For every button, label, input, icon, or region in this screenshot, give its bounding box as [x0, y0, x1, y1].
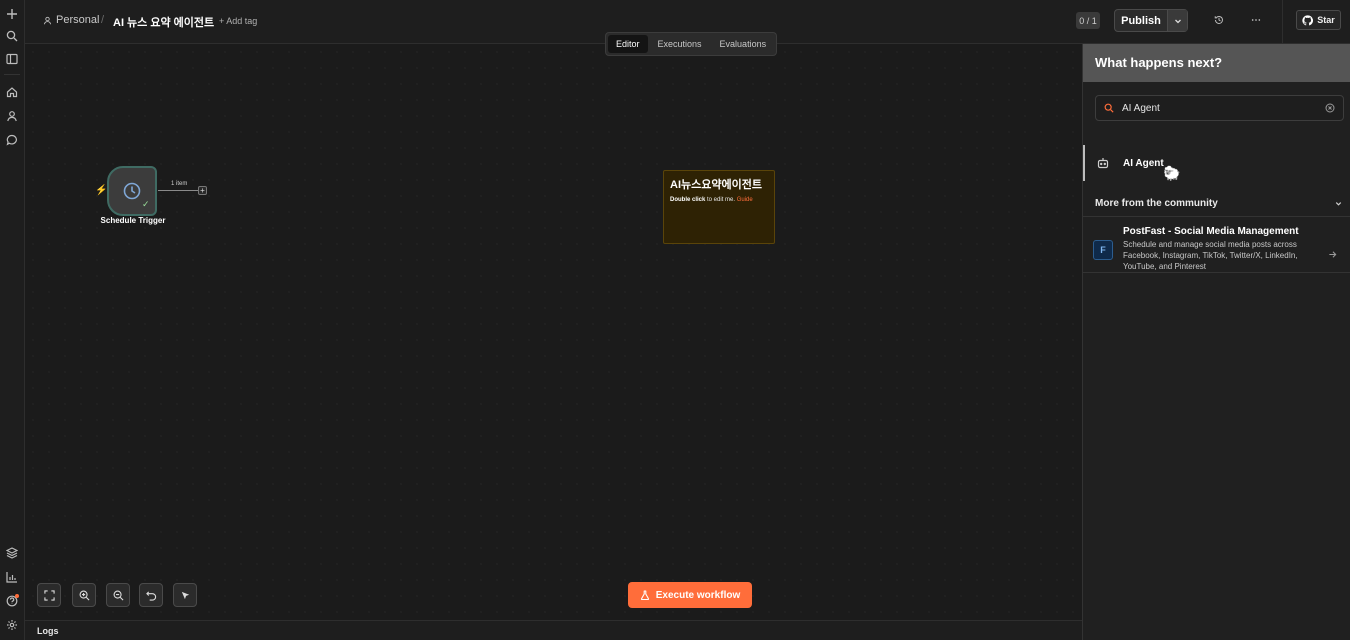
node-creator-panel: What happens next? AI Agent 🐑 More from …	[1082, 44, 1350, 640]
connection-item-count: 1 item	[171, 181, 188, 187]
execute-workflow-label: Execute workflow	[655, 589, 741, 601]
community-section-header[interactable]: More from the community	[1095, 198, 1343, 209]
sticky-note-title: AI뉴스요약에이전트	[670, 179, 762, 191]
chevron-down-icon	[1335, 202, 1342, 206]
help-icon[interactable]	[3, 592, 21, 610]
sticky-note-text: Double click to edit me. Guide	[670, 197, 768, 203]
user-icon	[43, 16, 52, 24]
toolbar-divider	[1282, 0, 1283, 44]
undo-button[interactable]	[139, 583, 163, 607]
fullscreen-icon	[43, 589, 55, 601]
success-check-icon: ✓	[142, 199, 150, 209]
zoom-in-button[interactable]	[72, 583, 96, 607]
add-node-plus-button[interactable]: +	[198, 186, 207, 195]
schedule-trigger-label: Schedule Trigger	[100, 216, 166, 225]
sticky-note-guide-link[interactable]: Guide	[737, 197, 753, 203]
chat-icon[interactable]	[3, 131, 21, 149]
tidy-up-button[interactable]	[173, 583, 197, 607]
publish-button[interactable]: Publish	[1115, 10, 1167, 31]
user-icon[interactable]	[3, 107, 21, 125]
community-node-title: PostFast - Social Media Management	[1123, 226, 1299, 237]
arrow-right-icon	[1328, 246, 1337, 264]
clock-icon	[123, 182, 141, 200]
community-node-description: Schedule and manage social media posts a…	[1123, 240, 1298, 271]
community-node-item[interactable]: F PostFast - Social Media Management Sch…	[1083, 222, 1350, 274]
app-root: Personal / AI 뉴스 요약 에이전트 + Add tag 0 / 1…	[0, 0, 1350, 640]
flask-icon	[640, 590, 649, 600]
robot-icon	[1097, 158, 1109, 169]
view-tabs: Editor Executions Evaluations	[605, 32, 778, 56]
zoom-out-button[interactable]	[106, 583, 130, 607]
github-star-button[interactable]: Star	[1296, 10, 1341, 30]
insights-icon[interactable]	[3, 568, 21, 586]
fit-view-button[interactable]	[37, 583, 61, 607]
history-icon[interactable]	[1212, 13, 1226, 27]
chevron-down-icon	[1174, 19, 1181, 23]
section-divider	[1083, 216, 1350, 217]
sidebar-toggle-icon[interactable]	[3, 50, 21, 68]
search-icon	[1104, 103, 1114, 113]
breadcrumb-separator: /	[101, 14, 105, 26]
result-item-label: AI Agent	[1123, 157, 1164, 169]
publish-counter: 0 / 1	[1076, 12, 1100, 29]
rail-divider	[4, 74, 20, 75]
sticky-note-bold: Double click	[670, 197, 706, 203]
more-options-icon[interactable]	[1249, 13, 1263, 27]
add-icon[interactable]	[3, 5, 21, 23]
community-divider	[1083, 272, 1350, 273]
zoom-out-icon	[113, 590, 123, 600]
github-icon	[1302, 14, 1314, 25]
result-item-ai-agent[interactable]: AI Agent	[1083, 145, 1350, 181]
settings-gear-icon[interactable]	[3, 616, 21, 634]
publish-options-button[interactable]	[1167, 10, 1187, 31]
breadcrumb-project[interactable]: Personal	[43, 14, 99, 26]
tab-executions[interactable]: Executions	[650, 35, 710, 53]
node-search-input[interactable]	[1122, 102, 1317, 114]
panel-title: What happens next?	[1083, 44, 1350, 82]
magic-cursor-icon	[181, 591, 189, 599]
clear-search-icon[interactable]	[1325, 103, 1335, 113]
connection-line	[158, 190, 198, 191]
execute-workflow-button[interactable]: Execute workflow	[628, 582, 752, 608]
undo-icon	[145, 590, 156, 601]
templates-icon[interactable]	[3, 544, 21, 562]
publish-button-group: Publish	[1114, 9, 1188, 32]
home-icon[interactable]	[3, 83, 21, 101]
sticky-note-rest: to edit me.	[705, 197, 737, 203]
postfast-logo: F	[1093, 240, 1113, 260]
zoom-in-icon	[79, 590, 89, 600]
tab-editor[interactable]: Editor	[608, 35, 648, 53]
sheep-cursor-icon: 🐑	[1163, 165, 1181, 181]
add-tag-button[interactable]: + Add tag	[219, 16, 257, 26]
search-icon[interactable]	[3, 27, 21, 45]
node-search-box[interactable]	[1095, 95, 1344, 121]
workflow-canvas[interactable]: Editor Executions Evaluations ⚡ ✓ Schedu…	[25, 32, 1082, 620]
breadcrumb-project-label: Personal	[56, 14, 100, 26]
trigger-bolt-icon: ⚡	[95, 185, 108, 196]
notification-dot	[15, 594, 19, 598]
logs-bar[interactable]: Logs	[25, 620, 1082, 640]
tab-evaluations[interactable]: Evaluations	[712, 35, 775, 53]
community-section-title: More from the community	[1095, 198, 1218, 209]
left-rail	[0, 0, 25, 640]
github-star-label: Star	[1317, 15, 1335, 25]
sticky-note[interactable]: AI뉴스요약에이전트 Double click to edit me. Guid…	[663, 170, 775, 244]
workflow-name[interactable]: AI 뉴스 요약 에이전트	[113, 14, 214, 30]
